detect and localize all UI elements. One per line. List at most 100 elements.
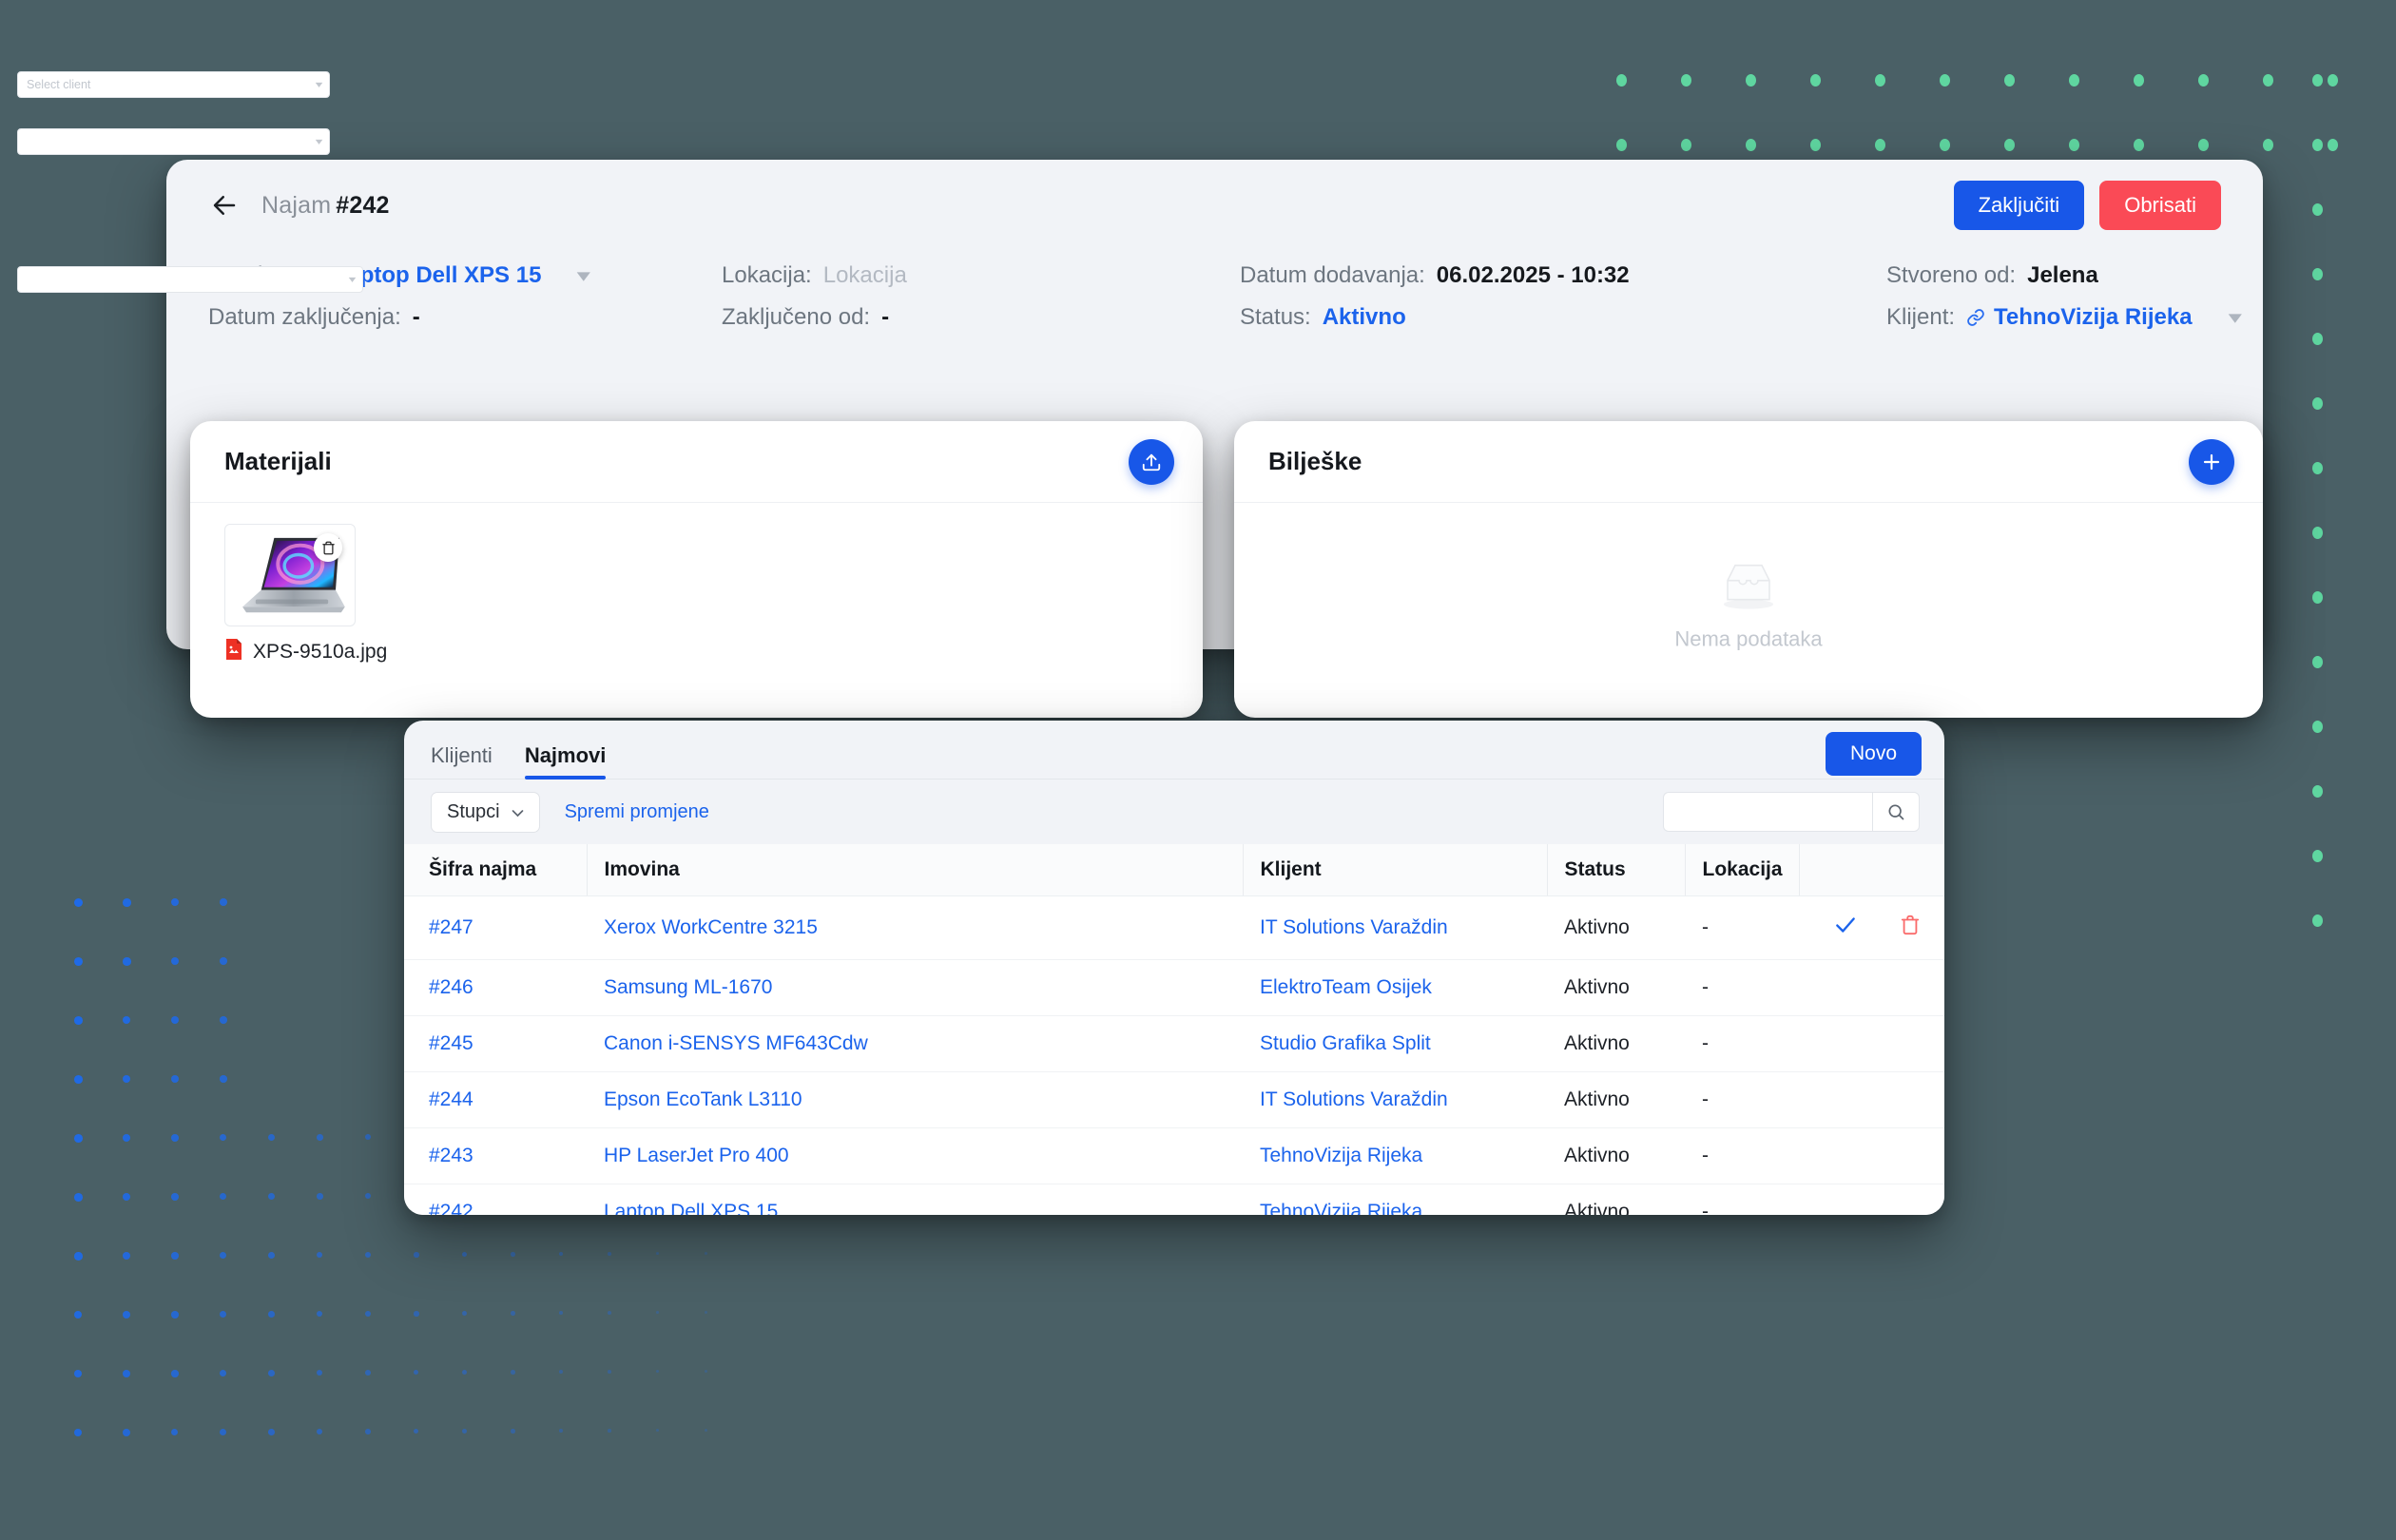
columns-dropdown-label: Stupci bbox=[447, 800, 500, 822]
client-select[interactable]: Select client ▾ bbox=[17, 71, 330, 98]
bg-dot-green bbox=[1875, 74, 1885, 87]
table-row[interactable]: #245 Canon i-SENSYS MF643Cdw Studio Grafik… bbox=[404, 1015, 1944, 1072]
tab-klijenti[interactable]: Klijenti bbox=[431, 743, 493, 779]
cell-klijent[interactable]: TehnoVizija Rijeka bbox=[1243, 1184, 1547, 1215]
cell-actions bbox=[1799, 1015, 1944, 1072]
tab-najmovi[interactable]: Najmovi bbox=[524, 743, 606, 780]
col-imovina[interactable]: Imovina bbox=[586, 844, 1243, 896]
bg-dot-blue bbox=[171, 1252, 179, 1260]
col-klijent[interactable]: Klijent bbox=[1242, 844, 1547, 896]
bg-dot-green bbox=[2312, 268, 2323, 280]
asset-select[interactable]: ▾ bbox=[17, 128, 330, 155]
trash-icon[interactable] bbox=[1900, 914, 1921, 941]
bg-dot-blue bbox=[705, 1252, 707, 1255]
meta-klijent: Klijent: TehnoVizija Rijeka ▾ bbox=[1886, 304, 2241, 331]
cell-sifra-najma[interactable]: #243 bbox=[404, 1127, 587, 1184]
columns-dropdown[interactable]: Stupci bbox=[431, 791, 540, 833]
bg-dot-blue bbox=[171, 898, 180, 907]
notes-empty-state: Nema podataka bbox=[1234, 560, 2263, 652]
check-icon[interactable] bbox=[1833, 913, 1858, 943]
meta-zakljuceno-od-label: Zaključeno od: bbox=[722, 304, 871, 330]
bg-dot-blue bbox=[511, 1252, 515, 1257]
bg-dot-blue bbox=[317, 1193, 323, 1200]
table-row[interactable]: #244 Epson EcoTank L3110 IT Solutions Vara… bbox=[404, 1071, 1944, 1128]
cell-sifra-najma[interactable]: #245 bbox=[404, 1015, 587, 1072]
meta-datum-zakljucenja-value: - bbox=[412, 304, 420, 330]
cell-sifra-najma[interactable]: #246 bbox=[404, 959, 587, 1016]
cell-imovina[interactable]: Laptop Dell XPS 15 bbox=[587, 1184, 1243, 1215]
breadcrumb: Najam #242 bbox=[261, 192, 390, 220]
bg-dot-blue bbox=[365, 1134, 372, 1141]
bg-dot-blue bbox=[414, 1311, 419, 1317]
detail-meta-grid: Imovina: Laptop Dell XPS 15 ▾ Lokacija: … bbox=[166, 251, 2263, 331]
col-lokacija[interactable]: Lokacija bbox=[1684, 844, 1799, 896]
table-row[interactable]: #247 Xerox WorkCentre 3215 IT Solutions Va… bbox=[404, 895, 1944, 960]
cell-actions bbox=[1799, 959, 1944, 1016]
meta-stvoreno-od-label: Stvoreno od: bbox=[1886, 262, 2017, 288]
bg-dot-green bbox=[1940, 74, 1950, 87]
chevron-down-icon[interactable]: ▾ bbox=[2228, 307, 2241, 329]
table-row[interactable]: #246 Samsung ML-1670 ElektroTeam Osijek Akt… bbox=[404, 959, 1944, 1016]
cell-sifra-najma[interactable]: #242 bbox=[404, 1184, 587, 1215]
laptop-thumbnail[interactable] bbox=[224, 524, 356, 626]
cell-status: Aktivno bbox=[1547, 1184, 1685, 1215]
material-file-row[interactable]: XPS-9510a.jpg bbox=[224, 638, 387, 665]
meta-zakljuceno-od-value: - bbox=[881, 304, 890, 330]
bg-dot-blue bbox=[268, 1252, 275, 1259]
new-rent-button[interactable]: Novo bbox=[1825, 732, 1922, 776]
search-icon[interactable] bbox=[1872, 792, 1920, 832]
bg-dot-green bbox=[1746, 74, 1756, 87]
bg-dot-green bbox=[2134, 139, 2144, 151]
bg-dot-blue bbox=[705, 1429, 707, 1432]
search-input[interactable] bbox=[1663, 792, 1872, 832]
table-row[interactable]: #242 Laptop Dell XPS 15 TehnoVizija Rijeka… bbox=[404, 1184, 1944, 1215]
bg-dot-blue bbox=[462, 1252, 468, 1258]
bg-dot-blue bbox=[171, 1429, 179, 1436]
chevron-down-icon bbox=[512, 801, 524, 823]
cell-imovina[interactable]: Samsung ML-1670 bbox=[587, 959, 1243, 1016]
meta-imovina-value[interactable]: Laptop Dell XPS 15 bbox=[334, 262, 542, 289]
col-sifra-najma[interactable]: Šifra najma bbox=[404, 844, 587, 896]
bg-dot-blue bbox=[317, 1252, 323, 1259]
bg-dot-blue bbox=[220, 1370, 227, 1377]
cell-imovina[interactable]: HP LaserJet Pro 400 bbox=[587, 1127, 1243, 1184]
bg-dot-green bbox=[2312, 721, 2323, 733]
bg-dot-green bbox=[2312, 203, 2323, 216]
table-body: #247 Xerox WorkCentre 3215 IT Solutions Va… bbox=[404, 895, 1944, 1215]
material-item[interactable]: XPS-9510a.jpg bbox=[224, 524, 387, 665]
close-rent-button[interactable]: Zaključiti bbox=[1953, 181, 2085, 230]
table-row[interactable]: #243 HP LaserJet Pro 400 TehnoVizija Rijek… bbox=[404, 1127, 1944, 1184]
cell-klijent[interactable]: TehnoVizija Rijeka bbox=[1243, 1127, 1547, 1184]
breadcrumb-label: Najam bbox=[261, 191, 332, 219]
col-status[interactable]: Status bbox=[1546, 844, 1685, 896]
cell-klijent[interactable]: IT Solutions Varaždin bbox=[1243, 895, 1547, 960]
bg-dot-green bbox=[2312, 656, 2323, 668]
cell-sifra-najma[interactable]: #247 bbox=[404, 895, 587, 960]
chevron-down-icon[interactable]: ▾ bbox=[577, 265, 590, 287]
cell-status: Aktivno bbox=[1547, 1015, 1685, 1072]
bg-dot-green bbox=[1810, 74, 1821, 87]
bg-dot-green bbox=[2312, 591, 2323, 604]
location-select[interactable]: ▾ bbox=[17, 266, 363, 293]
meta-klijent-value[interactable]: TehnoVizija Rijeka bbox=[1994, 304, 2193, 331]
save-changes-link[interactable]: Spremi promjene bbox=[565, 801, 709, 823]
bg-dot-blue bbox=[123, 1429, 130, 1436]
cell-imovina[interactable]: Epson EcoTank L3110 bbox=[587, 1071, 1243, 1128]
arrow-left-icon[interactable] bbox=[208, 189, 241, 221]
search-box bbox=[1663, 792, 1920, 832]
cell-klijent[interactable]: ElektroTeam Osijek bbox=[1243, 959, 1547, 1016]
cell-imovina[interactable]: Xerox WorkCentre 3215 bbox=[587, 895, 1243, 960]
bg-dot-green bbox=[2263, 139, 2273, 151]
client-row: Select client ▾ bbox=[17, 71, 363, 98]
delete-rent-button[interactable]: Obrisati bbox=[2099, 181, 2221, 230]
cell-sifra-najma[interactable]: #244 bbox=[404, 1071, 587, 1128]
delete-material-icon[interactable] bbox=[314, 533, 342, 562]
bg-dot-green bbox=[2198, 74, 2209, 87]
plus-icon[interactable] bbox=[2189, 438, 2234, 485]
bg-dot-blue bbox=[74, 1252, 83, 1261]
upload-icon[interactable] bbox=[1129, 438, 1174, 485]
bg-dot-green bbox=[2312, 462, 2323, 474]
cell-klijent[interactable]: IT Solutions Varaždin bbox=[1243, 1071, 1547, 1128]
cell-klijent[interactable]: Studio Grafika Split bbox=[1243, 1015, 1547, 1072]
cell-imovina[interactable]: Canon i-SENSYS MF643Cdw bbox=[587, 1015, 1243, 1072]
